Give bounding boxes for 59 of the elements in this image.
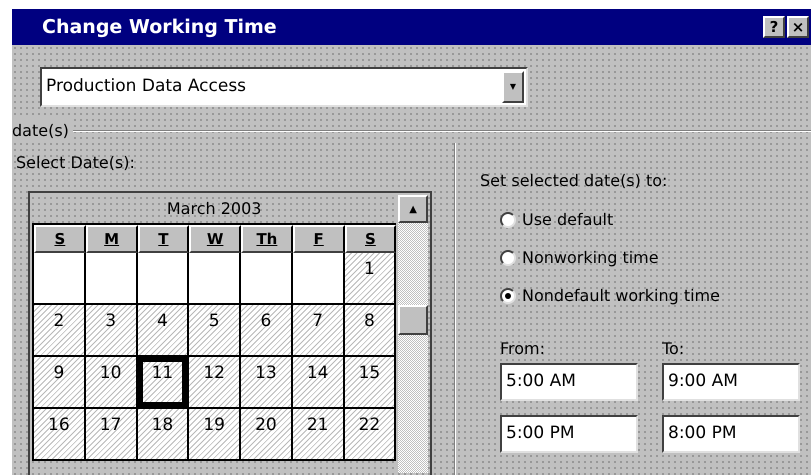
scroll-thumb[interactable] bbox=[398, 305, 428, 335]
scrollbar[interactable]: ▲ bbox=[398, 195, 428, 473]
day-cell[interactable] bbox=[86, 253, 138, 305]
day-cell[interactable]: 16 bbox=[34, 409, 86, 461]
help-button[interactable]: ? bbox=[763, 16, 785, 38]
day-cell[interactable]: 15 bbox=[344, 357, 396, 409]
day-cell[interactable]: 17 bbox=[86, 409, 138, 461]
day-cell[interactable]: 3 bbox=[86, 305, 138, 357]
day-cell[interactable]: 18 bbox=[138, 409, 190, 461]
dropdown-arrow-button[interactable]: ▼ bbox=[502, 71, 524, 103]
day-cell[interactable] bbox=[241, 253, 293, 305]
day-cell[interactable]: 1 bbox=[344, 253, 396, 305]
day-cell[interactable]: 4 bbox=[138, 305, 190, 357]
radio-label: Nondefault working time bbox=[522, 285, 720, 307]
weekday-header: T bbox=[138, 225, 190, 253]
dropdown-value: Production Data Access bbox=[45, 75, 248, 98]
day-cell[interactable]: 11 bbox=[138, 357, 190, 409]
weekday-header: S bbox=[344, 225, 396, 253]
to-label: To: bbox=[662, 338, 686, 360]
day-cell[interactable] bbox=[292, 253, 345, 305]
day-cell[interactable]: 21 bbox=[292, 409, 345, 461]
time-field[interactable]: 9:00 AM bbox=[662, 363, 800, 401]
window-title: Change Working Time bbox=[42, 14, 278, 40]
day-cell[interactable] bbox=[189, 253, 242, 305]
day-cell[interactable] bbox=[34, 253, 86, 305]
radio-button[interactable] bbox=[500, 288, 516, 304]
day-cell[interactable]: 20 bbox=[241, 409, 293, 461]
close-button[interactable]: × bbox=[787, 16, 809, 38]
day-cell[interactable]: 12 bbox=[189, 357, 242, 409]
weekday-header: W bbox=[189, 225, 242, 253]
month-title: March 2003 bbox=[166, 198, 262, 220]
set-to-label: Set selected date(s) to: bbox=[480, 170, 668, 192]
calendar-dropdown[interactable]: Production Data Access ▼ bbox=[40, 67, 528, 107]
time-field[interactable]: 5:00 AM bbox=[500, 363, 638, 401]
day-cell[interactable] bbox=[138, 253, 190, 305]
day-cell[interactable]: 7 bbox=[292, 305, 345, 357]
weekday-header: Th bbox=[241, 225, 293, 253]
day-cell[interactable]: 8 bbox=[344, 305, 396, 357]
radio-label: Use default bbox=[522, 209, 614, 231]
day-cell[interactable]: 6 bbox=[241, 305, 293, 357]
radio-button[interactable] bbox=[500, 212, 516, 228]
day-cell[interactable]: 14 bbox=[292, 357, 345, 409]
from-label: From: bbox=[500, 338, 546, 360]
radio-button[interactable] bbox=[500, 250, 516, 266]
weekday-header: S bbox=[34, 225, 86, 253]
time-field[interactable]: 8:00 PM bbox=[662, 415, 800, 453]
scroll-up-button[interactable]: ▲ bbox=[398, 195, 428, 223]
day-cell[interactable]: 10 bbox=[86, 357, 138, 409]
select-dates-label: Select Date(s): bbox=[16, 152, 136, 174]
weekday-header: F bbox=[292, 225, 345, 253]
weekday-header: M bbox=[86, 225, 138, 253]
day-cell[interactable]: 13 bbox=[241, 357, 293, 409]
day-cell[interactable]: 2 bbox=[34, 305, 86, 357]
time-field[interactable]: 5:00 PM bbox=[500, 415, 638, 453]
radio-label: Nonworking time bbox=[522, 247, 659, 269]
day-cell[interactable]: 19 bbox=[189, 409, 242, 461]
day-cell[interactable]: 9 bbox=[34, 357, 86, 409]
day-cell[interactable]: 5 bbox=[189, 305, 242, 357]
day-cell[interactable]: 22 bbox=[344, 409, 396, 461]
